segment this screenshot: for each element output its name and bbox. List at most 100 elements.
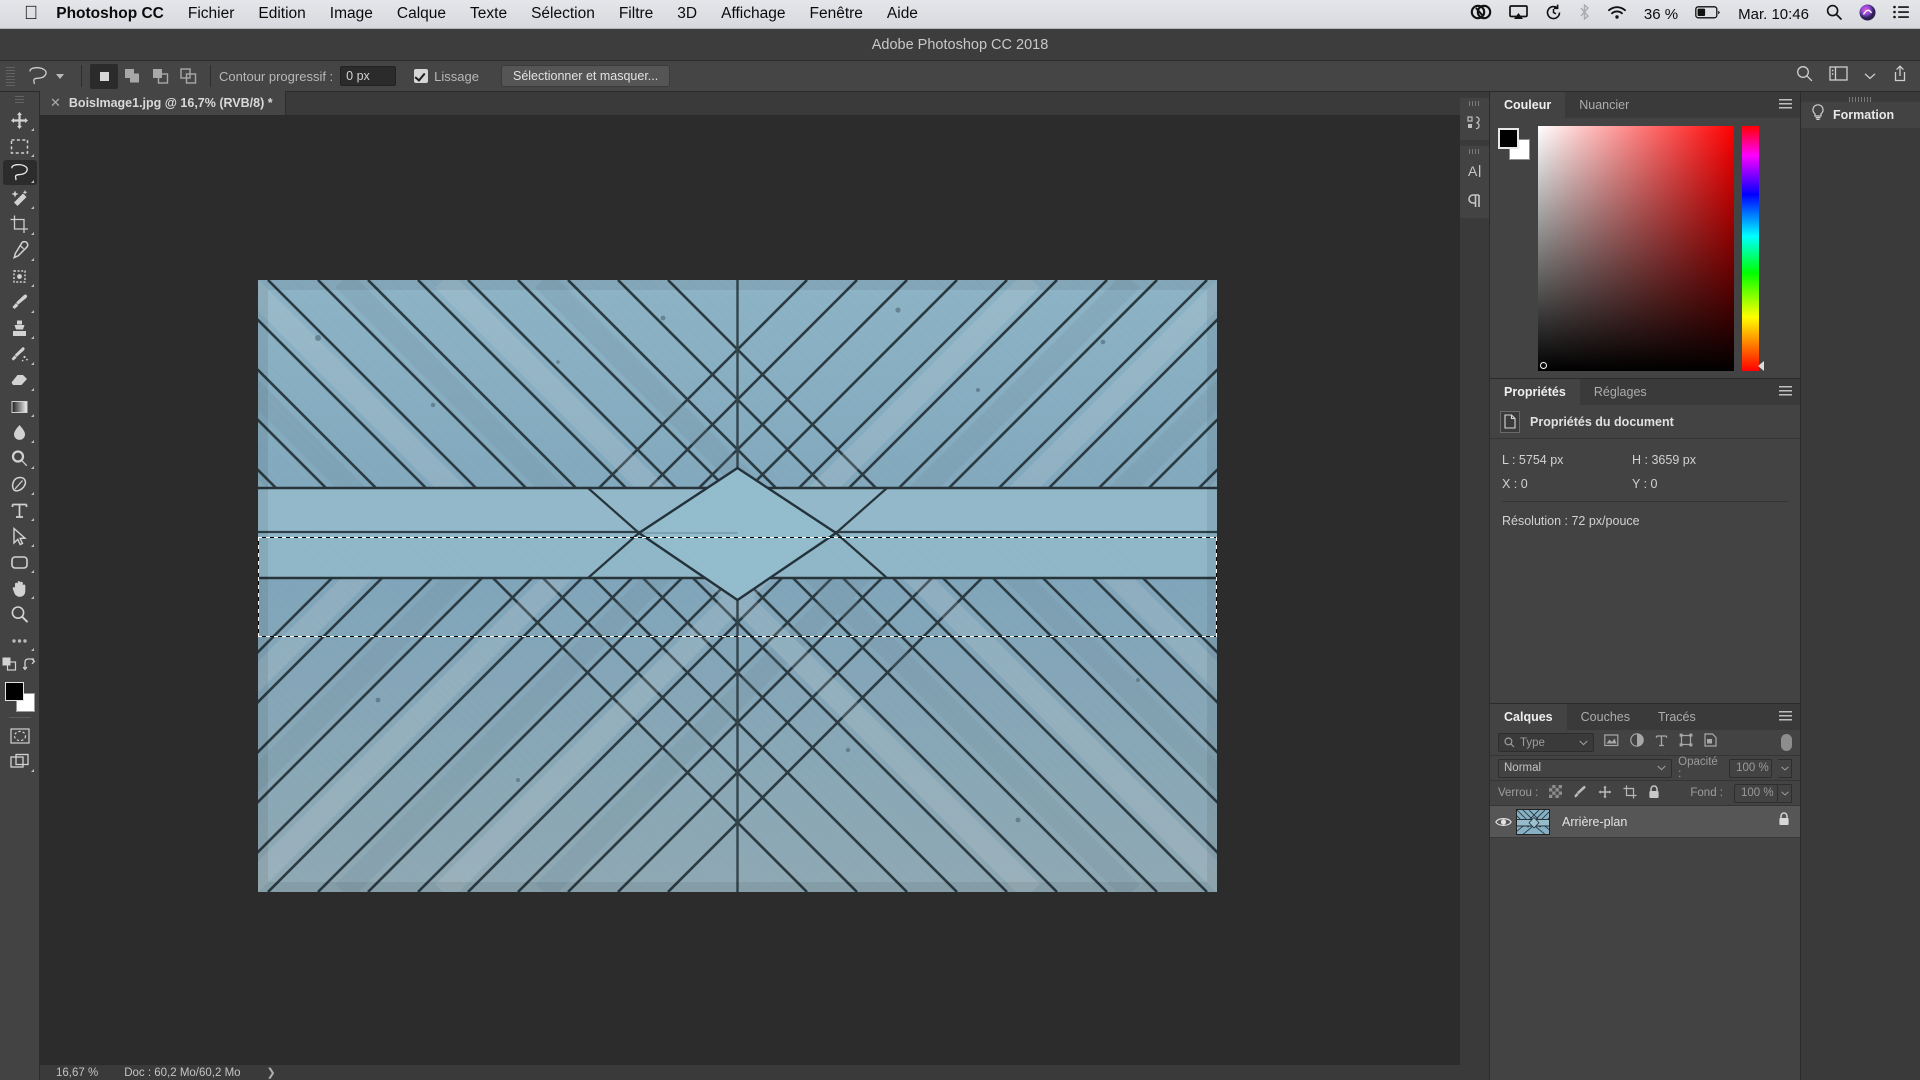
quick-mask-icon[interactable] [3,723,37,748]
path-selection-tool[interactable] [3,524,37,549]
type-filter-icon[interactable] [1655,734,1668,752]
battery-icon[interactable] [1695,5,1721,24]
x-value[interactable]: 0 [1521,477,1528,491]
bluetooth-icon[interactable] [1579,3,1590,25]
color-field[interactable] [1538,126,1734,371]
lock-position-icon[interactable] [1598,785,1612,802]
rectangle-shape-tool[interactable] [3,550,37,575]
screen-mode-icon[interactable] [3,749,37,774]
search-icon[interactable] [1796,65,1813,87]
layers-list[interactable]: Arrière-plan [1490,806,1800,1080]
shape-filter-icon[interactable] [1679,733,1693,752]
opacity-value[interactable]: 100 % [1729,758,1773,778]
menu-edition[interactable]: Edition [258,5,305,23]
menu-fenetre[interactable]: Fenêtre [809,5,862,23]
width-value[interactable]: 5754 px [1519,453,1563,467]
tab-nuancier[interactable]: Nuancier [1565,92,1643,118]
share-icon[interactable] [1892,65,1908,87]
layer-thumbnail[interactable] [1516,808,1550,835]
siri-icon[interactable] [1859,4,1876,26]
panel-menu-icon[interactable] [1779,711,1792,722]
search-icon[interactable] [1826,4,1842,25]
layer-name[interactable]: Arrière-plan [1562,815,1627,829]
notification-center-icon[interactable] [1893,5,1910,24]
toolbar-grip[interactable] [15,96,24,104]
lasso-tool[interactable] [2,160,37,185]
chevron-right-icon[interactable]: ❯ [267,1066,276,1079]
options-bar-grip[interactable] [6,65,15,87]
airplay-icon[interactable] [1509,4,1528,25]
chevron-down-icon[interactable] [56,73,64,79]
chevron-down-icon[interactable] [1864,67,1876,85]
swap-colors-icon[interactable] [22,657,37,676]
canvas-area[interactable] [40,116,1460,1064]
default-colors-icon[interactable] [2,657,17,676]
fill-value[interactable]: 100 % [1734,783,1778,803]
hue-slider-marker[interactable] [1758,361,1764,371]
clone-stamp-tool[interactable] [3,316,37,341]
move-tool[interactable] [3,108,37,133]
foreground-background-colors[interactable] [4,682,35,712]
paragraph-icon[interactable] [1460,186,1490,216]
lock-artboard-icon[interactable] [1623,785,1637,802]
workspace-icon[interactable] [1829,66,1848,86]
lock-transparent-icon[interactable] [1549,785,1563,801]
quick-selection-tool[interactable] [3,186,37,211]
intersect-selection-button[interactable] [174,64,202,89]
antialias-checkbox[interactable]: Lissage [414,69,479,84]
zoom-tool[interactable] [3,602,37,627]
panel-grip[interactable] [1469,101,1480,106]
filter-enable-toggle[interactable] [1781,734,1792,751]
layer-filter-type-select[interactable]: Type [1498,733,1594,752]
menu-image[interactable]: Image [330,5,373,23]
time-machine-icon[interactable] [1545,4,1562,26]
menu-selection[interactable]: Sélection [531,5,595,23]
menu-affichage[interactable]: Affichage [721,5,785,23]
tab-couleur[interactable]: Couleur [1490,92,1566,118]
layer-row-arriere-plan[interactable]: Arrière-plan [1490,806,1800,838]
adjustment-filter-icon[interactable] [1630,733,1644,752]
menu-app-name[interactable]: Photoshop CC [56,5,164,23]
blend-mode-select[interactable]: Normal [1498,758,1673,778]
smartobject-filter-icon[interactable] [1704,733,1717,752]
menu-aide[interactable]: Aide [887,5,918,23]
panel-menu-icon[interactable] [1779,99,1792,110]
history-brush-tool[interactable] [3,342,37,367]
tab-traces[interactable]: Tracés [1644,704,1710,730]
document-tab[interactable]: ✕ BoisImage1.jpg @ 16,7% (RVB/8) * [40,91,286,115]
hue-slider[interactable] [1742,126,1764,371]
hand-tool[interactable] [3,576,37,601]
pen-tool[interactable] [3,472,37,497]
pixel-filter-icon[interactable] [1604,733,1619,752]
feather-input[interactable]: 0 px [340,66,397,86]
wifi-icon[interactable] [1607,5,1627,25]
foreground-color-swatch[interactable] [1498,128,1519,149]
eraser-tool[interactable] [3,368,37,393]
panel-menu-icon[interactable] [1779,386,1792,397]
crop-tool[interactable] [3,212,37,237]
menu-fichier[interactable]: Fichier [188,5,235,23]
tool-preset-picker[interactable] [21,65,73,87]
panel-grip[interactable] [1469,149,1480,154]
eyedropper-tool[interactable] [3,238,37,263]
tab-formation[interactable]: Formation [1801,102,1920,128]
tab-proprietes[interactable]: Propriétés [1490,379,1580,405]
add-to-selection-button[interactable] [118,64,146,89]
tab-couches[interactable]: Couches [1567,704,1644,730]
opacity-stepper-chevron[interactable] [1778,758,1793,778]
foreground-color-swatch[interactable] [4,682,24,701]
gradient-tool[interactable] [3,394,37,419]
menu-filtre[interactable]: Filtre [619,5,653,23]
tab-reglages[interactable]: Réglages [1580,379,1661,405]
image-canvas[interactable] [258,280,1217,892]
zoom-level[interactable]: 16,67 % [56,1067,98,1079]
checkbox-indicator[interactable] [414,69,429,83]
layer-lock-icon[interactable] [1778,812,1790,831]
chevron-down-icon[interactable] [1579,737,1588,749]
character-icon[interactable]: A [1460,156,1490,186]
rectangular-marquee-tool[interactable] [3,134,37,159]
chevron-down-icon[interactable] [1657,762,1666,774]
menu-3d[interactable]: 3D [677,5,697,23]
color-field-picker[interactable] [1540,362,1547,369]
apple-logo-icon[interactable]:  [24,4,38,23]
